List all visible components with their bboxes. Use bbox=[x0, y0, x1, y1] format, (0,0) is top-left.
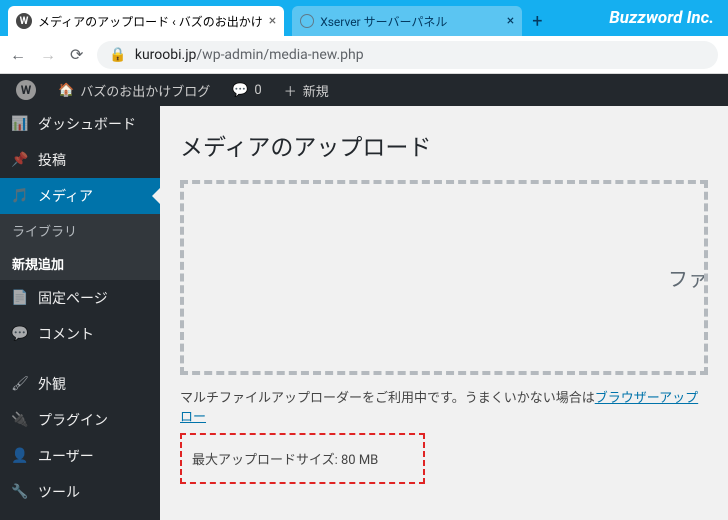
wordpress-favicon-icon: W bbox=[16, 13, 32, 29]
site-name-menu[interactable]: 🏠 バズのお出かけブログ bbox=[50, 74, 218, 106]
sidebar-item-label: 投稿 bbox=[38, 150, 66, 170]
comments-menu[interactable]: 💬0 bbox=[224, 74, 270, 106]
address-bar[interactable]: 🔒 kuroobi.jp/wp-admin/media-new.php bbox=[97, 41, 718, 69]
sidebar-item-appearance[interactable]: 🖌 外観 bbox=[0, 366, 160, 402]
url-text: kuroobi.jp/wp-admin/media-new.php bbox=[135, 47, 364, 63]
site-name: バズのお出かけブログ bbox=[80, 81, 210, 100]
sidebar-item-comments[interactable]: 💬 コメント bbox=[0, 316, 160, 352]
wrench-icon: 🔧 bbox=[10, 484, 30, 500]
dashboard-icon: 📊 bbox=[10, 116, 30, 132]
upload-dropzone[interactable]: ファ bbox=[180, 180, 708, 375]
sidebar-item-label: メディア bbox=[38, 186, 93, 206]
comment-icon: 💬 bbox=[10, 326, 30, 342]
sidebar-item-tools[interactable]: 🔧 ツール bbox=[0, 474, 160, 510]
sidebar-item-label: プラグイン bbox=[38, 410, 108, 430]
sidebar-item-label: 固定ページ bbox=[38, 288, 108, 308]
back-icon[interactable]: ← bbox=[10, 45, 26, 65]
max-upload-size-box: 最大アップロードサイズ: 80 MB bbox=[180, 433, 425, 484]
sidebar-item-media[interactable]: 🎵 メディア bbox=[0, 178, 160, 214]
uploader-note: マルチファイルアップローダーをご利用中です。うまくいかない場合はブラウザーアップ… bbox=[180, 387, 708, 425]
browser-titlebar: W メディアのアップロード ‹ バズのお出かけ × Xserver サーバーパネ… bbox=[0, 0, 728, 36]
new-tab-button[interactable]: + bbox=[522, 6, 552, 36]
plugin-icon: 🔌 bbox=[10, 412, 30, 428]
reload-icon[interactable]: ⟳ bbox=[70, 45, 83, 64]
sidebar-item-label: ツール bbox=[38, 482, 80, 502]
lock-icon: 🔒 bbox=[109, 47, 126, 63]
wordpress-logo-icon: W bbox=[16, 80, 36, 100]
sidebar-item-label: ダッシュボード bbox=[38, 114, 136, 134]
page-title: メディアのアップロード bbox=[180, 128, 708, 162]
browser-toolbar: ← → ⟳ 🔒 kuroobi.jp/wp-admin/media-new.ph… bbox=[0, 36, 728, 74]
forward-icon: → bbox=[40, 45, 56, 65]
tab-label: メディアのアップロード ‹ バズのお出かけ bbox=[38, 13, 263, 30]
globe-icon bbox=[300, 14, 314, 28]
brush-icon: 🖌 bbox=[10, 376, 30, 392]
browser-tab-inactive[interactable]: Xserver サーバーパネル × bbox=[292, 6, 522, 36]
browser-tab-active[interactable]: W メディアのアップロード ‹ バズのお出かけ × bbox=[8, 6, 284, 36]
pin-icon: 📌 bbox=[10, 152, 30, 168]
sidebar-subitem-add-new[interactable]: 新規追加 bbox=[0, 247, 160, 280]
wp-logo-menu[interactable]: W bbox=[8, 74, 44, 106]
page-icon: 📄 bbox=[10, 290, 30, 306]
media-icon: 🎵 bbox=[10, 188, 30, 204]
sidebar-subitem-library[interactable]: ライブラリ bbox=[0, 214, 160, 247]
sidebar-item-users[interactable]: 👤 ユーザー bbox=[0, 438, 160, 474]
close-icon[interactable]: × bbox=[507, 13, 514, 29]
note-text: マルチファイルアップローダーをご利用中です。うまくいかない場合は bbox=[180, 391, 595, 406]
home-icon: 🏠 bbox=[58, 83, 74, 98]
content-area: メディアのアップロード ファ マルチファイルアップローダーをご利用中です。うまく… bbox=[160, 106, 728, 520]
plus-icon: ＋ bbox=[284, 81, 297, 100]
sidebar-item-posts[interactable]: 📌 投稿 bbox=[0, 142, 160, 178]
sidebar-item-label: 外観 bbox=[38, 374, 66, 394]
wp-admin-bar: W 🏠バズのお出かけブログ 💬0 ＋新規 bbox=[0, 74, 728, 106]
sidebar-item-label: コメント bbox=[38, 324, 94, 344]
sidebar-item-label: ユーザー bbox=[38, 446, 94, 466]
tab-label: Xserver サーバーパネル bbox=[320, 13, 447, 30]
sidebar-item-dashboard[interactable]: 📊 ダッシュボード bbox=[0, 106, 160, 142]
sidebar-item-plugins[interactable]: 🔌 プラグイン bbox=[0, 402, 160, 438]
comment-count: 0 bbox=[254, 83, 261, 98]
sidebar-submenu-media: ライブラリ 新規追加 bbox=[0, 214, 160, 280]
new-label: 新規 bbox=[303, 81, 329, 100]
admin-sidebar: 📊 ダッシュボード 📌 投稿 🎵 メディア ライブラリ 新規追加 📄 固定ページ 💬 コメ… bbox=[0, 106, 160, 520]
comment-icon: 💬 bbox=[232, 83, 248, 98]
brand-label: Buzzword Inc. bbox=[609, 0, 728, 36]
new-content-menu[interactable]: ＋ 新規 bbox=[276, 74, 337, 106]
max-upload-text: 最大アップロードサイズ: 80 MB bbox=[192, 453, 378, 468]
close-icon[interactable]: × bbox=[269, 13, 276, 29]
dropzone-text: ファ bbox=[668, 263, 708, 292]
user-icon: 👤 bbox=[10, 448, 30, 464]
sidebar-item-pages[interactable]: 📄 固定ページ bbox=[0, 280, 160, 316]
